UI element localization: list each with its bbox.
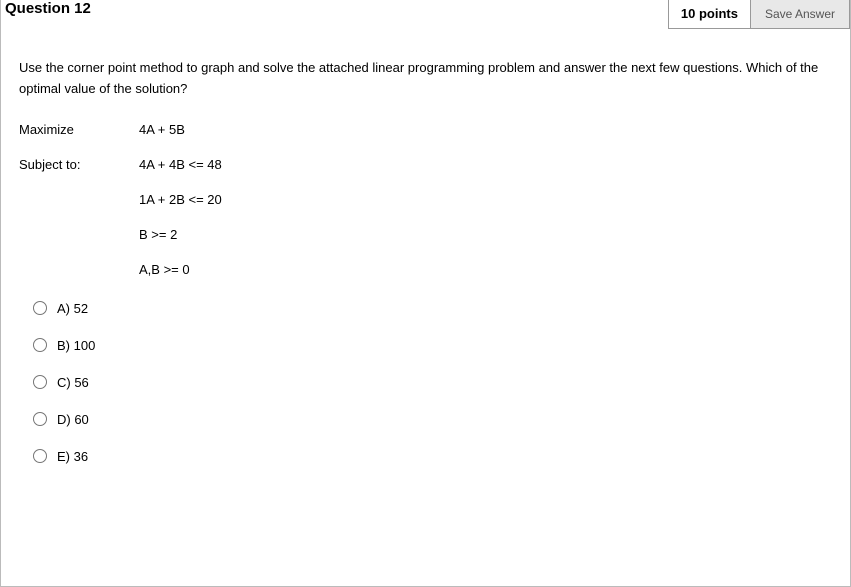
option-radio-c[interactable]: [33, 375, 47, 389]
question-container: Question 12 10 points Save Answer Use th…: [0, 0, 851, 587]
option-label[interactable]: A) 52: [57, 301, 88, 316]
lp-constraint-2: B >= 2: [139, 227, 832, 242]
lp-subject-row: Subject to: 4A + 4B <= 48: [19, 157, 832, 172]
lp-constraint-1: 1A + 2B <= 20: [139, 192, 832, 207]
option-label[interactable]: B) 100: [57, 338, 95, 353]
option-radio-b[interactable]: [33, 338, 47, 352]
option-label[interactable]: C) 56: [57, 375, 89, 390]
option-radio-e[interactable]: [33, 449, 47, 463]
lp-maximize-row: Maximize 4A + 5B: [19, 122, 832, 137]
lp-maximize-label: Maximize: [19, 122, 139, 137]
lp-constraint-0: 4A + 4B <= 48: [139, 157, 832, 172]
option-radio-a[interactable]: [33, 301, 47, 315]
question-title: Question 12: [5, 0, 91, 17]
option-radio-d[interactable]: [33, 412, 47, 426]
save-answer-button[interactable]: Save Answer: [750, 0, 850, 29]
question-header: Question 12 10 points Save Answer: [1, 0, 850, 28]
options-list: A) 52 B) 100 C) 56 D) 60 E) 36: [19, 301, 832, 464]
lp-constraint-3: A,B >= 0: [139, 262, 832, 277]
option-label[interactable]: D) 60: [57, 412, 89, 427]
question-prompt: Use the corner point method to graph and…: [19, 58, 832, 100]
option-row: E) 36: [19, 449, 832, 464]
option-row: A) 52: [19, 301, 832, 316]
option-row: B) 100: [19, 338, 832, 353]
question-content: Use the corner point method to graph and…: [1, 28, 850, 504]
option-row: D) 60: [19, 412, 832, 427]
option-label[interactable]: E) 36: [57, 449, 88, 464]
lp-maximize-expr: 4A + 5B: [139, 122, 832, 137]
option-row: C) 56: [19, 375, 832, 390]
points-box: 10 points: [668, 0, 750, 29]
header-right: 10 points Save Answer: [668, 0, 850, 29]
lp-subject-label: Subject to:: [19, 157, 139, 172]
